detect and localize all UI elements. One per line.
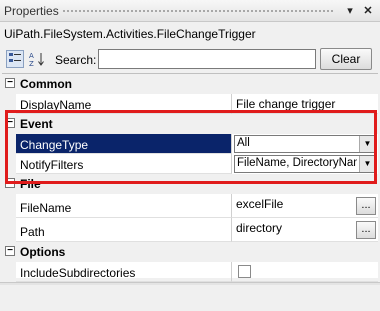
dropdown-value: All <box>237 137 250 149</box>
svg-text:Z: Z <box>29 60 34 67</box>
categorized-icon[interactable] <box>6 50 24 68</box>
property-name: FileName <box>16 194 232 218</box>
property-row-changetype[interactable]: ChangeType All ▼ <box>2 134 378 154</box>
collapse-icon[interactable]: − <box>5 178 15 188</box>
description-pane <box>2 286 378 311</box>
row-gutter <box>2 134 16 154</box>
search-input[interactable] <box>98 49 316 69</box>
row-gutter <box>2 194 16 218</box>
filename-browse-button[interactable]: ... <box>356 197 376 215</box>
category-label: Options <box>20 245 66 259</box>
category-common[interactable]: − Common <box>2 74 378 94</box>
chevron-down-icon[interactable]: ▼ <box>359 136 375 152</box>
row-gutter <box>2 218 16 242</box>
sort-az-icon[interactable]: AZ <box>28 50 46 68</box>
chevron-down-icon[interactable]: ▼ <box>359 156 375 172</box>
includesubdirectories-value <box>232 262 378 282</box>
property-row-path[interactable]: Path directory ... <box>2 218 378 242</box>
property-name: ChangeType <box>16 134 232 154</box>
pin-dropdown-icon[interactable]: ▾ <box>342 3 358 19</box>
clear-button[interactable]: Clear <box>320 48 372 70</box>
object-type-label: UiPath.FileSystem.Activities.FileChangeT… <box>4 27 256 41</box>
category-file[interactable]: − File <box>2 174 378 194</box>
category-label: File <box>20 177 41 191</box>
drag-grip[interactable] <box>62 9 334 14</box>
properties-toolbar: AZ Search: Clear <box>0 45 380 73</box>
property-name: Path <box>16 218 232 242</box>
description-splitter[interactable] <box>0 282 380 285</box>
property-name: IncludeSubdirectories <box>16 262 232 282</box>
displayname-value[interactable]: File change trigger <box>232 94 378 114</box>
category-label: Common <box>20 77 72 91</box>
notifyfilters-dropdown[interactable]: FileName, DirectoryName ▼ <box>234 155 376 173</box>
category-event[interactable]: − Event <box>2 114 378 134</box>
property-row-displayname[interactable]: DisplayName File change trigger <box>2 94 378 114</box>
changetype-dropdown[interactable]: All ▼ <box>234 135 376 153</box>
svg-text:A: A <box>29 52 34 60</box>
property-name: NotifyFilters <box>16 154 232 174</box>
includesubdirectories-checkbox[interactable] <box>238 265 251 278</box>
category-label: Event <box>20 117 53 131</box>
property-name: DisplayName <box>16 94 232 114</box>
close-icon[interactable]: ✕ <box>360 3 376 19</box>
property-row-notifyfilters[interactable]: NotifyFilters FileName, DirectoryName ▼ <box>2 154 378 174</box>
row-gutter <box>2 154 16 174</box>
dropdown-value: FileName, DirectoryName <box>237 157 357 169</box>
search-label: Search: <box>55 53 97 67</box>
row-gutter <box>2 94 16 114</box>
property-grid: − Common DisplayName File change trigger… <box>2 73 378 282</box>
property-row-filename[interactable]: FileName excelFile ... <box>2 194 378 218</box>
property-row-includesubdirectories[interactable]: IncludeSubdirectories <box>2 262 378 282</box>
collapse-icon[interactable]: − <box>5 118 15 128</box>
category-options[interactable]: − Options <box>2 242 378 262</box>
row-gutter <box>2 262 16 282</box>
panel-title: Properties <box>4 4 59 18</box>
collapse-icon[interactable]: − <box>5 246 15 256</box>
collapse-icon[interactable]: − <box>5 78 15 88</box>
path-browse-button[interactable]: ... <box>356 221 376 239</box>
properties-titlebar: Properties ▾ ✕ <box>0 0 380 22</box>
